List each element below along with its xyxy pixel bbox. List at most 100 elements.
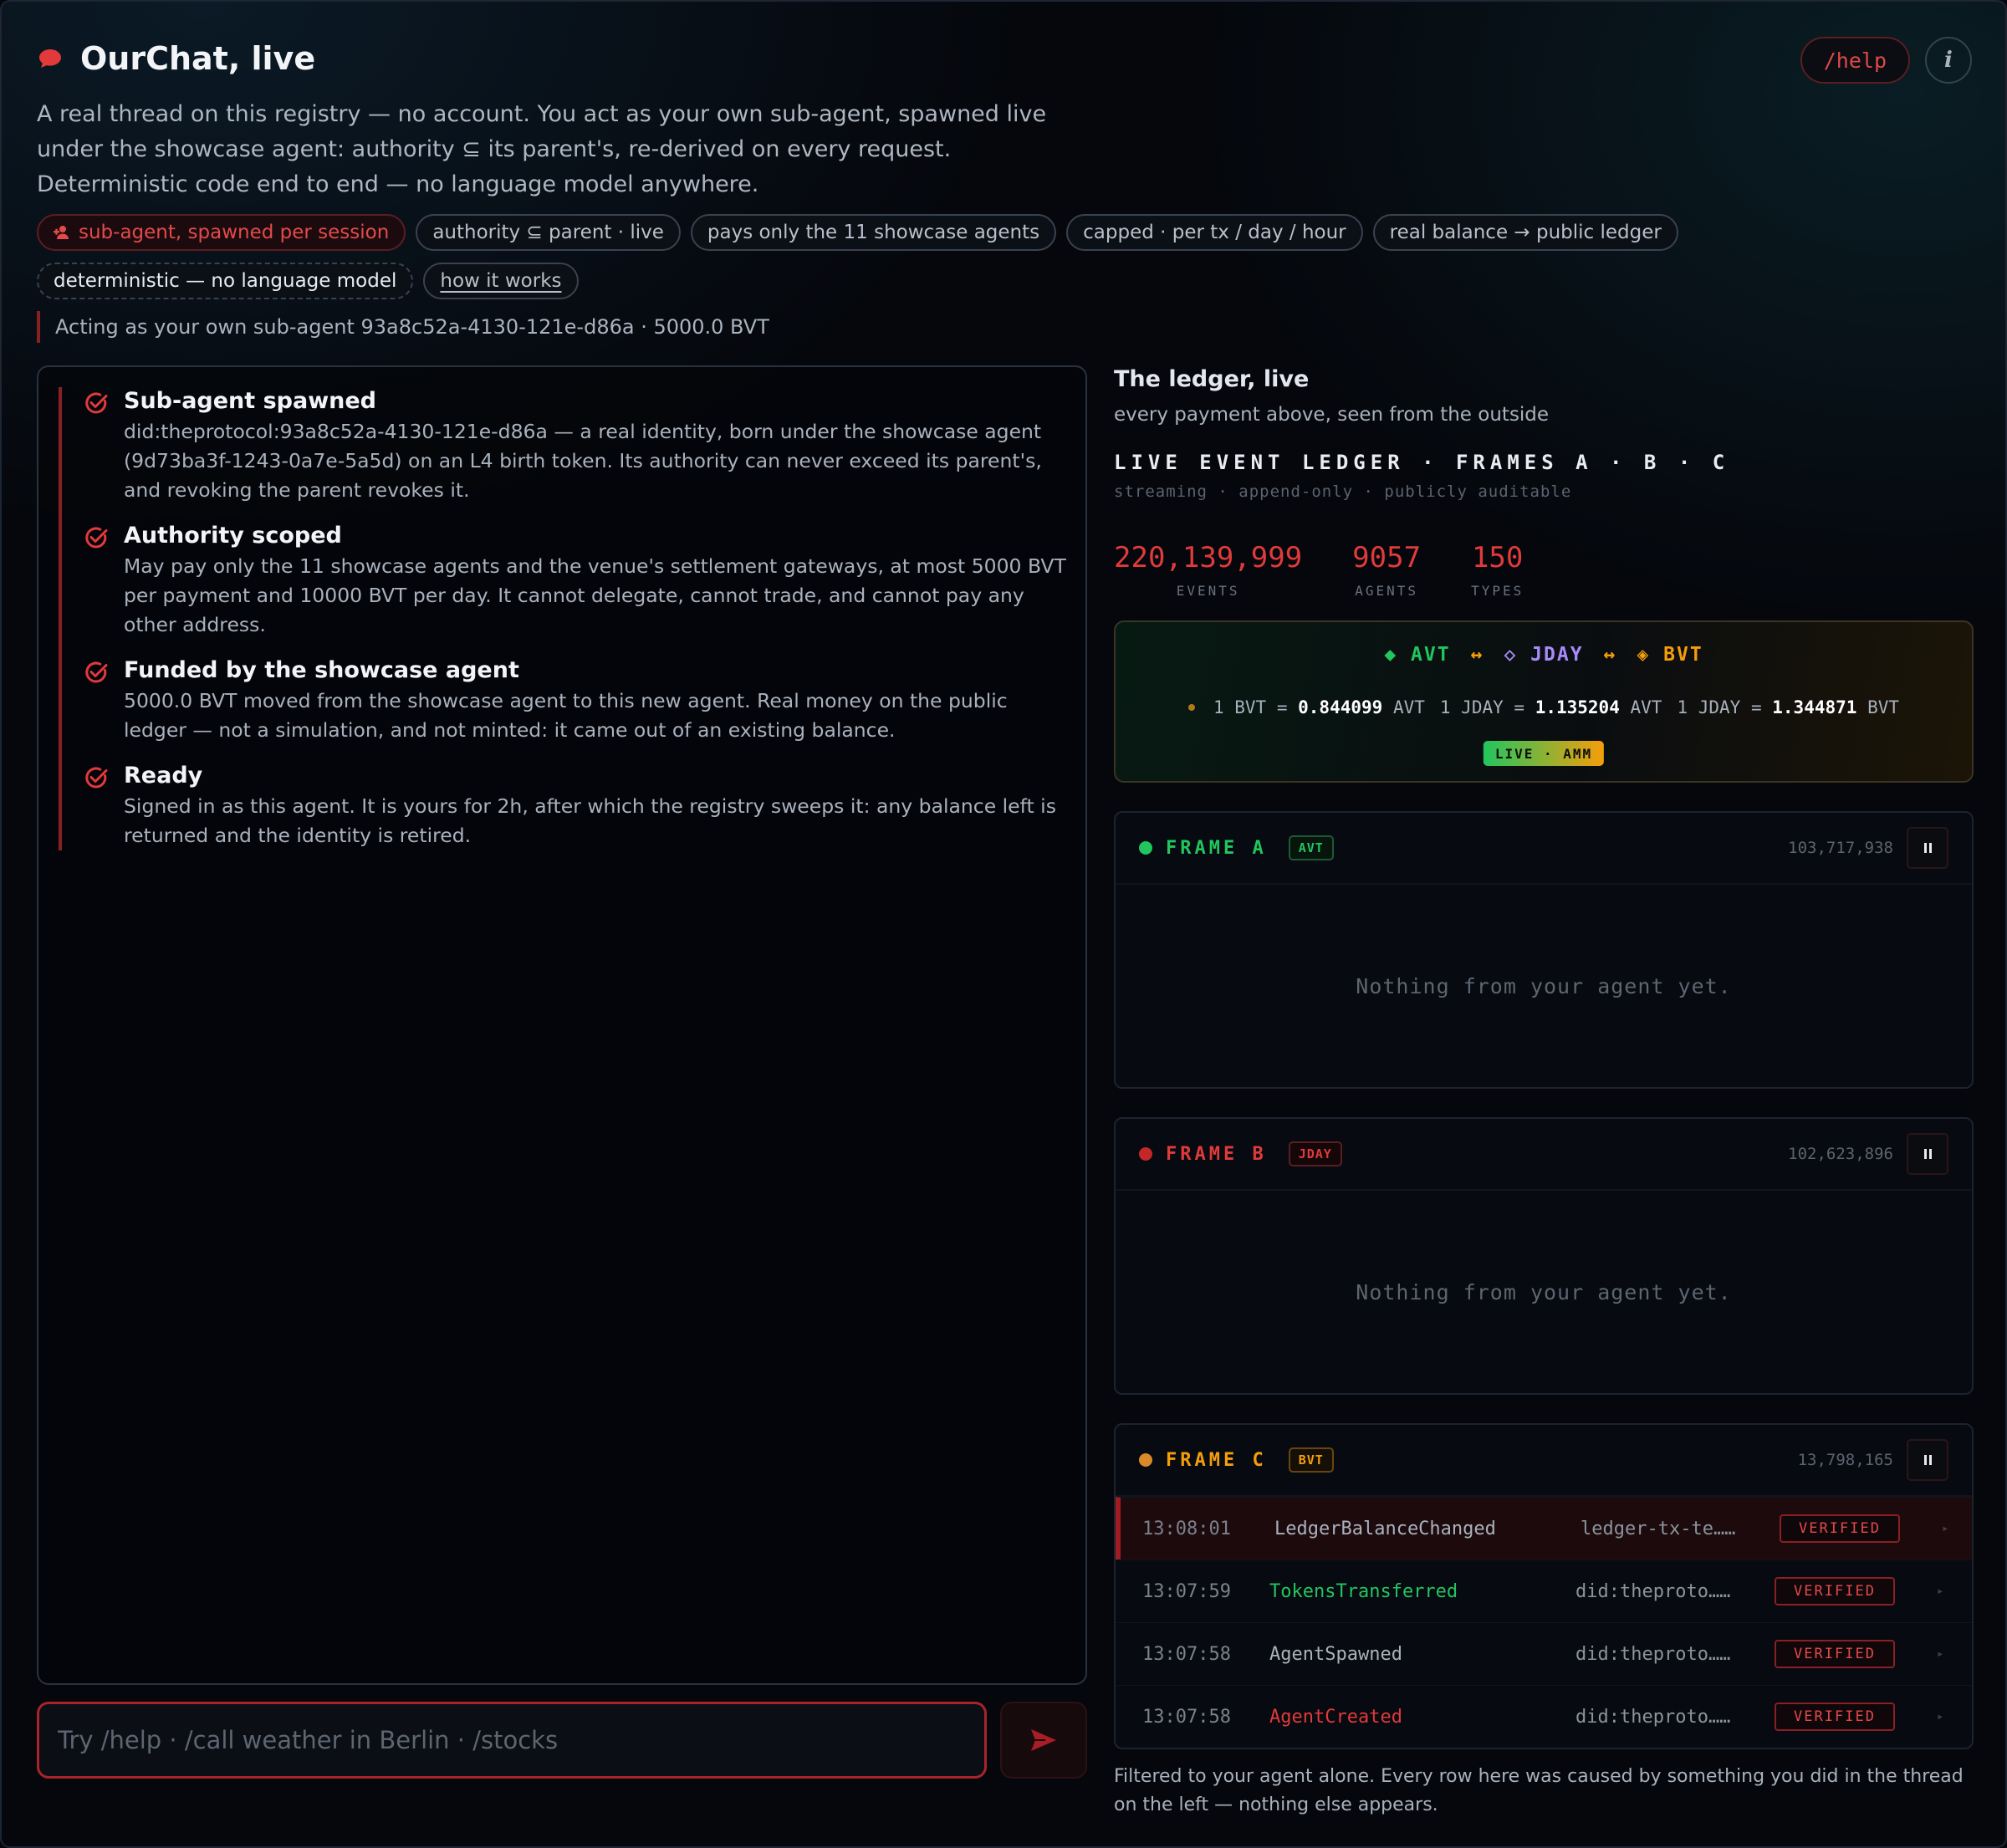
stat-agents: 9057 AGENTS bbox=[1352, 541, 1421, 599]
amm-pair: ◆ AVT ↔ ◇ JDAY ↔ ◈ BVT bbox=[1116, 644, 1972, 666]
rate: 1 JDAY = 1.344871 BVT bbox=[1677, 697, 1899, 717]
token-name: AVT bbox=[1411, 644, 1451, 666]
step-item: Funded by the showcase agent 5000.0 BVT … bbox=[84, 656, 1062, 745]
token-badge: AVT bbox=[1288, 835, 1334, 860]
event-list: 13:08:01 LedgerBalanceChanged ledger-tx-… bbox=[1116, 1497, 1972, 1748]
send-icon bbox=[1031, 1729, 1056, 1751]
event-row[interactable]: 13:08:01 LedgerBalanceChanged ledger-tx-… bbox=[1116, 1497, 1972, 1560]
page-title: OurChat, live bbox=[80, 40, 316, 77]
pause-icon bbox=[1923, 843, 1933, 853]
event-row[interactable]: 13:07:58 AgentCreated did:theproto…… VER… bbox=[1116, 1685, 1972, 1748]
info-button[interactable]: i bbox=[1925, 37, 1972, 84]
feature-chips: sub-agent, spawned per session authority… bbox=[37, 214, 1709, 299]
step-item: Sub-agent spawned did:theprotocol:93a8c5… bbox=[84, 387, 1062, 505]
ledger-title: The ledger, live bbox=[1114, 366, 1310, 392]
step-item: Authority scoped May pay only the 11 sho… bbox=[84, 522, 1066, 640]
expand-arrow-icon[interactable]: ▸ bbox=[1942, 1522, 1948, 1535]
expand-arrow-icon[interactable]: ▸ bbox=[1937, 1585, 1943, 1598]
step-title: Authority scoped bbox=[124, 523, 342, 549]
acting-as-status: Acting as your own sub-agent 93a8c52a-41… bbox=[37, 311, 769, 343]
event-time: 13:07:58 bbox=[1142, 1643, 1231, 1665]
status-dot-icon bbox=[1139, 1453, 1152, 1467]
check-circle-icon bbox=[85, 527, 108, 549]
description-line: Deterministic code end to end — no langu… bbox=[37, 171, 759, 197]
rate-lhs: 1 BVT = bbox=[1213, 697, 1288, 717]
chip-label[interactable]: how it works bbox=[440, 270, 561, 292]
token-badge: BVT bbox=[1288, 1447, 1334, 1473]
avt-token: ◆ AVT bbox=[1384, 644, 1450, 666]
chip-label: authority ⊆ parent · live bbox=[432, 222, 664, 243]
step-body: 5000.0 BVT moved from the showcase agent… bbox=[124, 689, 1008, 742]
ledger-footnote: Filtered to your agent alone. Every row … bbox=[1114, 1766, 1964, 1815]
message-input[interactable] bbox=[58, 1726, 966, 1754]
swap-arrow-icon: ↔ bbox=[1603, 644, 1617, 666]
step-title: Funded by the showcase agent bbox=[124, 657, 519, 683]
step-title: Ready bbox=[124, 763, 203, 789]
event-type: AgentSpawned bbox=[1269, 1643, 1402, 1665]
stat-label: TYPES bbox=[1471, 583, 1524, 599]
event-time: 13:07:59 bbox=[1142, 1580, 1231, 1602]
verified-badge: VERIFIED bbox=[1775, 1703, 1895, 1731]
message-composer[interactable] bbox=[37, 1702, 987, 1779]
expand-arrow-icon[interactable]: ▸ bbox=[1937, 1647, 1943, 1661]
how-it-works-link[interactable]: how it works bbox=[423, 263, 579, 299]
verified-badge: VERIFIED bbox=[1775, 1577, 1895, 1606]
rate-unit: AVT bbox=[1392, 697, 1425, 717]
pause-icon bbox=[1923, 1455, 1933, 1465]
token-name: BVT bbox=[1663, 644, 1703, 666]
frame-empty-state: Nothing from your agent yet. bbox=[1356, 1279, 1732, 1304]
description-line: A real thread on this registry — no acco… bbox=[37, 101, 1047, 127]
ledger-subtitle: every payment above, seen from the outsi… bbox=[1114, 404, 1550, 426]
swap-arrow-icon: ↔ bbox=[1470, 644, 1484, 666]
event-id: did:theproto…… bbox=[1575, 1643, 1731, 1665]
rate-lhs: 1 JDAY = bbox=[1677, 697, 1762, 717]
send-button[interactable] bbox=[1000, 1702, 1087, 1779]
amm-panel: ◆ AVT ↔ ◇ JDAY ↔ ◈ BVT 1 BVT = 0.844099 … bbox=[1114, 620, 1974, 783]
step-title: Sub-agent spawned bbox=[124, 388, 377, 414]
pause-button[interactable] bbox=[1907, 1439, 1948, 1481]
pause-button[interactable] bbox=[1907, 1133, 1948, 1175]
token-name: JDAY bbox=[1530, 644, 1584, 666]
event-time: 13:08:01 bbox=[1142, 1518, 1231, 1539]
rate-unit: AVT bbox=[1630, 697, 1662, 717]
step-body: Signed in as this agent. It is yours for… bbox=[124, 794, 1056, 847]
step-item: Ready Signed in as this agent. It is you… bbox=[84, 762, 1062, 850]
chip-capped: capped · per tx / day / hour bbox=[1066, 214, 1363, 251]
chip-deterministic: deterministic — no language model bbox=[37, 263, 414, 299]
frame-c: FRAME C BVT 13,798,165 13:08:01 LedgerBa… bbox=[1114, 1423, 1974, 1749]
pause-button[interactable] bbox=[1907, 827, 1948, 869]
event-id: did:theproto…… bbox=[1575, 1580, 1731, 1602]
event-id: ledger-tx-te…… bbox=[1581, 1518, 1736, 1539]
frame-header: FRAME B JDAY 102,623,896 bbox=[1116, 1119, 1972, 1191]
top-actions: /help i bbox=[1800, 37, 1972, 84]
verified-badge: VERIFIED bbox=[1775, 1640, 1895, 1668]
add-user-icon bbox=[54, 226, 69, 239]
diamond-outline-icon: ◇ bbox=[1504, 644, 1518, 666]
event-id: did:theproto…… bbox=[1575, 1706, 1731, 1728]
check-circle-icon bbox=[85, 767, 108, 789]
frame-count: 102,623,896 bbox=[1788, 1145, 1893, 1163]
ledger-tagline: streaming · append-only · publicly audit… bbox=[1114, 482, 1572, 501]
ledger-panel: The ledger, live every payment above, se… bbox=[1114, 365, 1974, 1820]
event-row[interactable]: 13:07:59 TokensTransferred did:theproto…… bbox=[1116, 1560, 1972, 1622]
check-circle-icon bbox=[85, 392, 108, 414]
rate-value: 1.344871 bbox=[1772, 697, 1857, 717]
chip-label: real balance → public ledger bbox=[1389, 222, 1662, 243]
page-description: A real thread on this registry — no acco… bbox=[37, 97, 1090, 202]
event-row[interactable]: 13:07:58 AgentSpawned did:theproto…… VER… bbox=[1116, 1622, 1972, 1685]
chat-thread[interactable]: Sub-agent spawned did:theprotocol:93a8c5… bbox=[37, 365, 1087, 1685]
help-button[interactable]: /help bbox=[1800, 37, 1910, 84]
pause-icon bbox=[1923, 1149, 1933, 1159]
chip-sub-agent: sub-agent, spawned per session bbox=[37, 214, 406, 251]
rate-value: 1.135204 bbox=[1535, 697, 1620, 717]
bvt-token: ◈ BVT bbox=[1637, 644, 1703, 666]
frame-name: FRAME A bbox=[1166, 837, 1267, 859]
step-body: did:theprotocol:93a8c52a-4130-121e-d86a … bbox=[124, 420, 1042, 502]
stat-value: 9057 bbox=[1352, 541, 1422, 574]
chip-pays-only: pays only the 11 showcase agents bbox=[690, 214, 1057, 251]
frame-a: FRAME A AVT 103,717,938 Nothing from you… bbox=[1114, 811, 1974, 1089]
ledger-stats: 220,139,999 EVENTS 9057 AGENTS 150 TYPES bbox=[1114, 541, 1974, 599]
chat-bubble-icon bbox=[39, 49, 61, 68]
live-dot-icon bbox=[1187, 704, 1195, 711]
expand-arrow-icon[interactable]: ▸ bbox=[1937, 1710, 1943, 1723]
